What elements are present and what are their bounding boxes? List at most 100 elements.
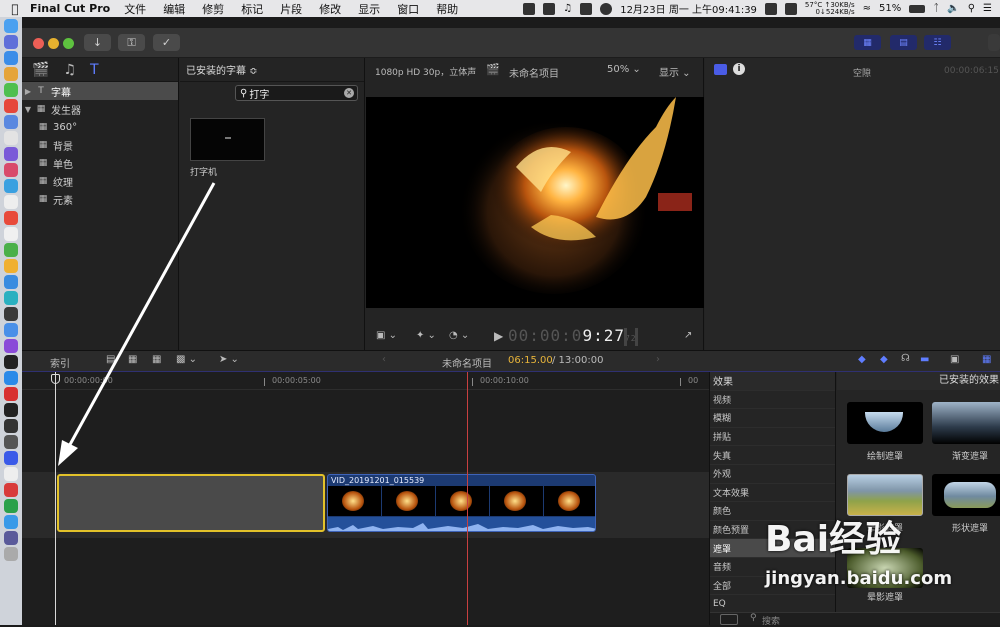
libraries-tab-icon[interactable]: 🎬 xyxy=(32,62,49,78)
menu-edit[interactable]: 编辑 xyxy=(163,1,185,17)
menu-mark[interactable]: 标记 xyxy=(241,1,263,17)
dock-app-icon[interactable] xyxy=(4,195,18,209)
dock-app-icon[interactable] xyxy=(4,147,18,161)
effects-category-video[interactable]: 视频 xyxy=(710,391,835,410)
index-button[interactable]: 索引 xyxy=(50,355,70,370)
history-back-icon[interactable]: ‹ xyxy=(382,354,386,365)
tree-item-360[interactable]: ▦ 360° xyxy=(22,118,178,136)
bluetooth-icon[interactable]: ᛏ xyxy=(933,3,939,14)
music-icon[interactable]: ♫ xyxy=(563,3,572,14)
battery-text[interactable]: 51% xyxy=(879,3,901,14)
timeline-ruler[interactable]: 00:00:00:00 00:00:05:00 00:00:10:00 00 xyxy=(22,372,709,390)
clip-appearance-icon[interactable]: ▣ xyxy=(950,354,959,365)
timeline[interactable]: 00:00:00:00 00:00:05:00 00:00:10:00 00 V… xyxy=(22,372,709,625)
dock-app-icon[interactable] xyxy=(4,499,18,513)
insert-clip-icon[interactable]: ▦ xyxy=(128,354,137,365)
effects-category-color[interactable]: 颜色 xyxy=(710,502,835,521)
menu-clip[interactable]: 片段 xyxy=(280,1,302,17)
show-browser-button[interactable]: ▦ xyxy=(854,35,881,50)
dock-yandex-icon[interactable] xyxy=(4,467,18,481)
tree-item-elements[interactable]: ▦ 元素 xyxy=(22,190,178,208)
status-window-icon[interactable] xyxy=(543,2,556,15)
effect-gradient-mask[interactable]: 渐变遮罩 xyxy=(932,402,1000,462)
photos-audio-tab-icon[interactable]: ♫ xyxy=(63,62,76,78)
connect-clip-icon[interactable]: ▤ xyxy=(106,354,115,365)
tree-item-solids[interactable]: ▦ 单色 xyxy=(22,154,178,172)
effects-browser-icon[interactable]: ▦ xyxy=(982,354,991,365)
menu-trim[interactable]: 修剪 xyxy=(202,1,224,17)
dock-app-icon[interactable] xyxy=(4,419,18,433)
dock-app-icon[interactable] xyxy=(4,515,18,529)
dock-terminal-icon[interactable] xyxy=(4,403,18,417)
dock-app-icon[interactable] xyxy=(4,131,18,145)
tree-item-titles[interactable]: ▶ T 字幕 xyxy=(22,82,178,100)
dock-app-icon[interactable] xyxy=(4,115,18,129)
enhance-menu-icon[interactable]: ✦ ⌄ xyxy=(416,330,436,341)
video-inspector-tab-icon[interactable] xyxy=(714,64,727,75)
background-tasks-button[interactable]: ✓ xyxy=(153,34,180,51)
overwrite-menu-icon[interactable]: ▩ ⌄ xyxy=(176,354,197,365)
dock-app-icon[interactable] xyxy=(4,179,18,193)
menu-modify[interactable]: 修改 xyxy=(319,1,341,17)
tree-item-backgrounds[interactable]: ▦ 背景 xyxy=(22,136,178,154)
app-menu[interactable]: Final Cut Pro xyxy=(30,2,110,15)
effects-search-input[interactable]: 搜索 xyxy=(762,614,780,627)
dock-app-icon[interactable] xyxy=(4,211,18,225)
dock-app-icon[interactable] xyxy=(4,163,18,177)
effects-category-looks[interactable]: 外观 xyxy=(710,465,835,484)
retime-menu-icon[interactable]: ◔ ⌄ xyxy=(449,330,469,341)
sidebar-toggle-icon[interactable] xyxy=(720,614,738,625)
timecode-display[interactable]: 00:00:09:2772 xyxy=(508,326,637,345)
dock-app-icon[interactable] xyxy=(4,227,18,241)
gap-clip-selected[interactable] xyxy=(57,474,325,532)
share-button[interactable] xyxy=(988,34,1000,51)
dock-appstore-icon[interactable] xyxy=(4,371,18,385)
menu-view[interactable]: 显示 xyxy=(358,1,380,17)
message-icon[interactable] xyxy=(580,2,593,15)
dock-app-icon[interactable] xyxy=(4,387,18,401)
view-menu[interactable]: 显示 ⌄ xyxy=(659,64,691,79)
dock-app-icon[interactable] xyxy=(4,323,18,337)
dock-fcp-icon[interactable] xyxy=(4,531,18,545)
effects-category-text-effects[interactable]: 文本效果 xyxy=(710,484,835,503)
menu-help[interactable]: 帮助 xyxy=(436,1,458,17)
info-inspector-tab-icon[interactable]: i xyxy=(733,63,745,75)
snapping-icon[interactable]: ◆ xyxy=(880,354,888,365)
titles-generators-tab-icon[interactable]: T xyxy=(90,62,99,78)
play-button[interactable]: ▶ xyxy=(494,329,503,343)
append-clip-icon[interactable]: ▦ xyxy=(152,354,161,365)
search-input[interactable]: ⚲ 打字 ✕ xyxy=(235,85,358,101)
notification-center-icon[interactable]: ☰ xyxy=(983,3,992,14)
history-forward-icon[interactable]: › xyxy=(656,354,660,365)
menu-window[interactable]: 窗口 xyxy=(397,1,419,17)
zoom-menu[interactable]: 50% ⌄ xyxy=(607,64,641,75)
effect-draw-mask[interactable]: 绘制遮罩 xyxy=(847,402,923,462)
dock-app-icon[interactable] xyxy=(4,307,18,321)
title-thumbnail[interactable] xyxy=(190,118,265,161)
show-timeline-button[interactable]: ▤ xyxy=(890,35,917,50)
dock-app-icon[interactable] xyxy=(4,339,18,353)
dock-app-icon[interactable] xyxy=(4,83,18,97)
dock-app-icon[interactable] xyxy=(4,259,18,273)
dock-app-icon[interactable] xyxy=(4,67,18,81)
clock-text[interactable]: 12月23日 周一 上午09:41:39 xyxy=(620,1,757,16)
dock-app-icon[interactable] xyxy=(4,291,18,305)
dock-launchpad-icon[interactable] xyxy=(4,35,18,49)
dock-app-icon[interactable] xyxy=(4,451,18,465)
effects-category-distortion[interactable]: 失真 xyxy=(710,446,835,465)
zoom-window-button[interactable] xyxy=(63,38,74,49)
dock-app-icon[interactable] xyxy=(4,483,18,497)
dock-trash-icon[interactable] xyxy=(4,547,18,561)
battery-icon[interactable] xyxy=(909,4,926,13)
tree-item-textures[interactable]: ▦ 纹理 xyxy=(22,172,178,190)
transform-menu-icon[interactable]: ▣ ⌄ xyxy=(376,330,397,341)
volume-icon[interactable]: 🔈 xyxy=(947,3,959,14)
import-button[interactable]: ↓ xyxy=(84,34,111,51)
effects-category-blur[interactable]: 模糊 xyxy=(710,409,835,428)
dock-chrome-icon[interactable] xyxy=(4,99,18,113)
sync-icon[interactable] xyxy=(764,2,777,15)
time-machine-icon[interactable] xyxy=(600,2,613,15)
disclosure-right-icon[interactable]: ▶ xyxy=(22,87,34,96)
status-app-icon[interactable] xyxy=(523,2,536,15)
playhead-top[interactable] xyxy=(51,374,60,384)
